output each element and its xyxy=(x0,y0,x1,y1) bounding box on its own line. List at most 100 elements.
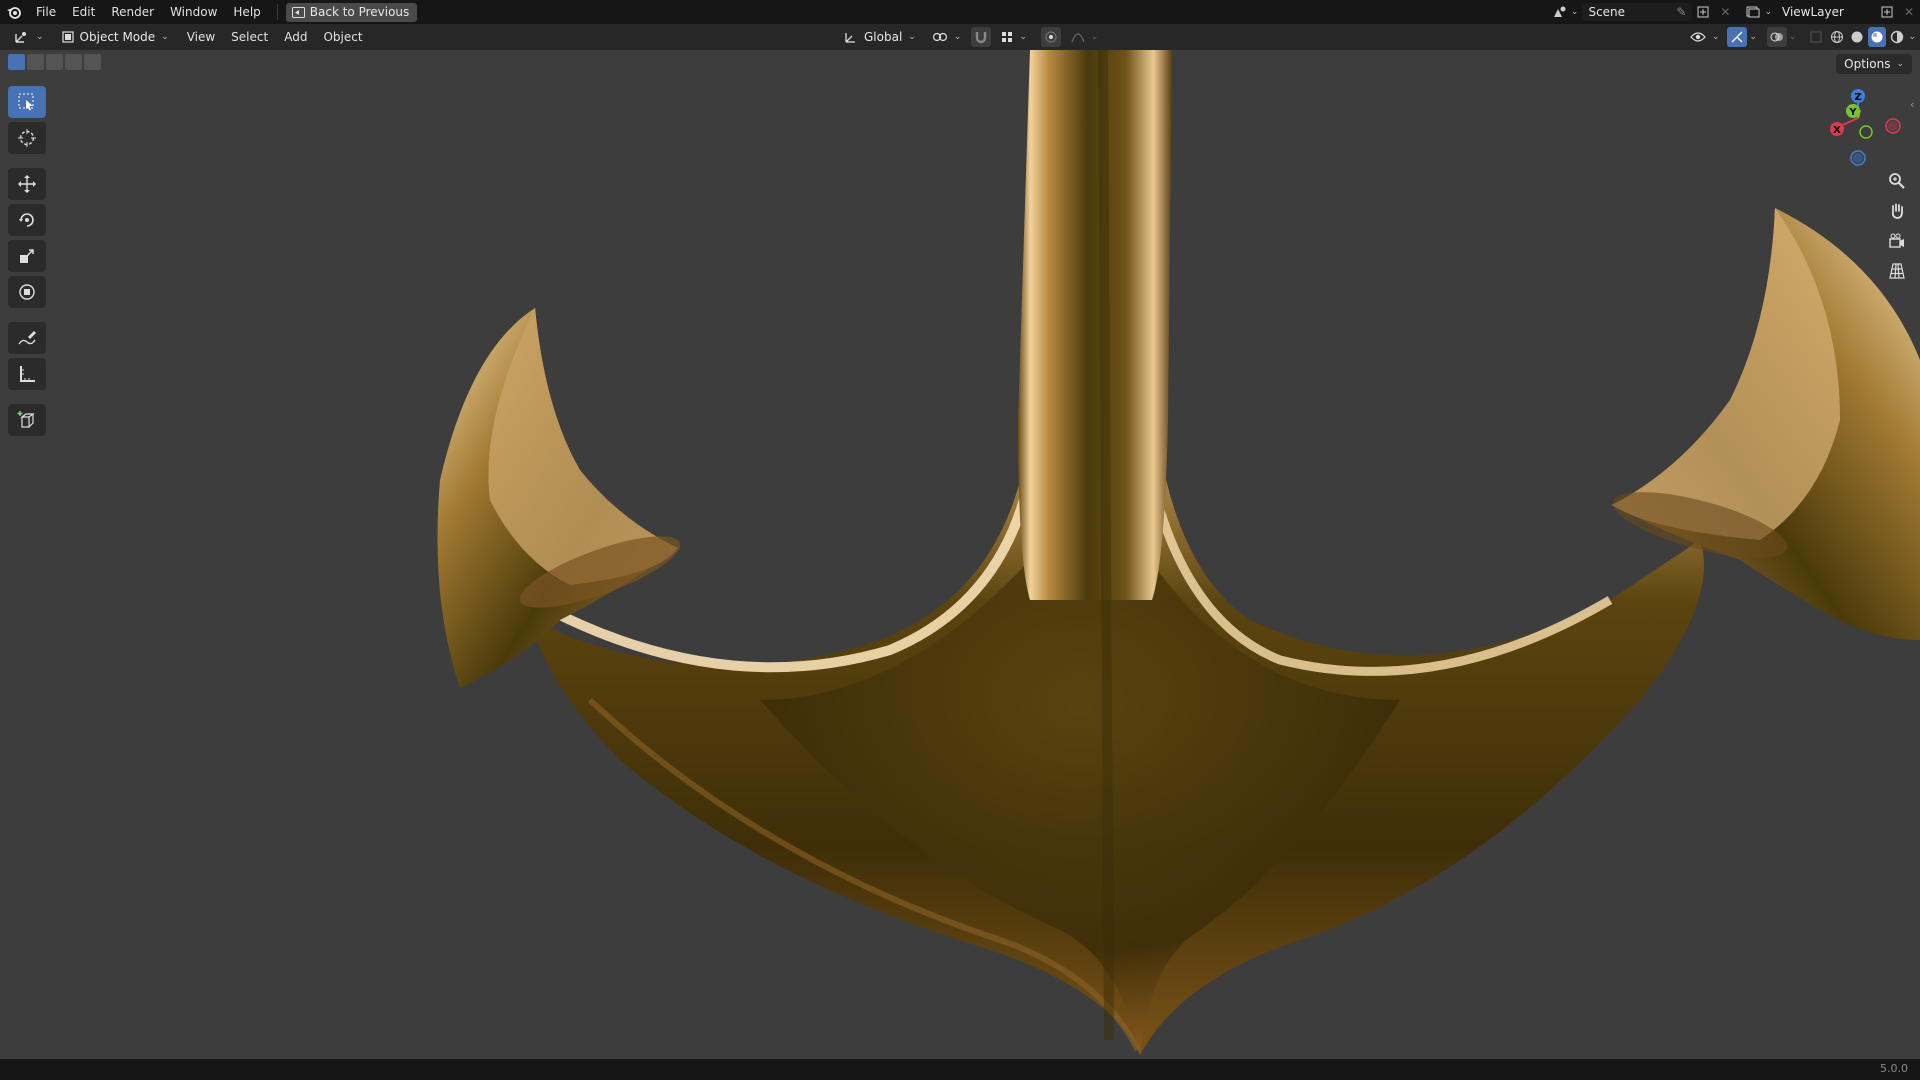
pivot-point-dropdown[interactable]: ⌄ xyxy=(926,27,968,47)
transform-controls: Global ⌄ ⌄ ⌄ ⌄ xyxy=(838,27,1104,47)
delete-scene-icon[interactable]: ✕ xyxy=(1714,3,1736,21)
shading-wireframe-button[interactable] xyxy=(1828,27,1846,47)
chevron-down-icon: ⌄ xyxy=(161,32,169,42)
solid-sphere-icon xyxy=(1851,31,1863,43)
navigation-gizmo[interactable]: Z Y X xyxy=(1830,86,1904,166)
menu-window[interactable]: Window xyxy=(162,0,225,24)
chevron-down-icon[interactable]: ⌄ xyxy=(1749,32,1757,42)
3d-viewport[interactable] xyxy=(0,50,1920,1059)
menu-view[interactable]: View xyxy=(179,27,223,47)
select-subtract-mode-button[interactable] xyxy=(46,54,63,70)
select-intersect-mode-button[interactable] xyxy=(84,54,101,70)
chevron-down-icon[interactable]: ⌄ xyxy=(1908,32,1916,42)
scale-tool[interactable] xyxy=(8,240,46,272)
zoom-magnifier-icon xyxy=(1889,173,1905,189)
pivot-point-icon xyxy=(932,32,947,42)
menu-object[interactable]: Object xyxy=(315,27,370,47)
select-extend-mode-button[interactable] xyxy=(27,54,44,70)
select-box-icon xyxy=(18,93,34,111)
snap-toggle[interactable] xyxy=(971,27,992,47)
viewport-header: ⌄ Object Mode ⌄ View Select Add Object G… xyxy=(0,24,1920,50)
annotate-tool[interactable] xyxy=(8,322,46,354)
magnet-icon xyxy=(976,32,987,44)
view-layer-selector[interactable]: ViewLayer xyxy=(1776,3,1876,21)
scene-type-icon[interactable] xyxy=(1549,3,1571,21)
object-mode-label: Object Mode xyxy=(79,30,156,44)
gizmo-y-label: Y xyxy=(1848,107,1857,118)
zoom-button[interactable] xyxy=(1884,168,1910,194)
new-view-layer-icon[interactable] xyxy=(1876,3,1898,21)
snap-target-dropdown[interactable]: ⌄ xyxy=(995,27,1033,47)
transform-orientation-label: Global xyxy=(864,30,903,44)
xray-toggle[interactable] xyxy=(1806,27,1826,47)
rendered-sphere-icon xyxy=(1891,30,1904,44)
proportional-editing-icon xyxy=(1045,31,1057,43)
scene-selector[interactable]: Scene ✎ xyxy=(1582,3,1693,21)
chevron-down-icon[interactable]: ⌄ xyxy=(1789,32,1797,42)
chevron-down-icon: ⌄ xyxy=(36,32,44,42)
add-cube-tool[interactable] xyxy=(8,404,46,436)
menu-render[interactable]: Render xyxy=(103,0,162,24)
shading-rendered-button[interactable] xyxy=(1888,27,1906,47)
new-scene-icon[interactable] xyxy=(1692,3,1714,21)
select-box-tool[interactable] xyxy=(8,86,46,118)
menu-help[interactable]: Help xyxy=(225,0,268,24)
visibility-dropdown[interactable]: ⌄ xyxy=(1684,27,1726,47)
camera-icon xyxy=(1889,233,1904,248)
overlays-toggle[interactable] xyxy=(1766,27,1787,47)
measure-tool[interactable] xyxy=(8,358,46,390)
material-sphere-icon xyxy=(1871,31,1883,43)
menu-select[interactable]: Select xyxy=(223,27,276,47)
overlays-icon xyxy=(1770,32,1783,42)
transform-tool[interactable] xyxy=(8,276,46,308)
gizmo-x-label: X xyxy=(1833,125,1841,136)
eye-icon xyxy=(1690,32,1706,42)
menu-edit[interactable]: Edit xyxy=(64,0,103,24)
chevron-down-icon[interactable]: ⌄ xyxy=(1571,7,1579,17)
transform-orientation-dropdown[interactable]: Global ⌄ xyxy=(838,27,922,47)
version-label: 5.0.0 xyxy=(1880,1062,1908,1075)
topbar-right: ⌄ Scene ✎ ✕ ⌄ ViewLayer ✕ xyxy=(1549,0,1920,24)
transform-icon xyxy=(19,284,35,300)
scale-icon xyxy=(20,249,34,263)
back-to-previous-label: Back to Previous xyxy=(309,5,410,19)
shading-material-button[interactable] xyxy=(1868,27,1887,47)
gizmo-toggle[interactable] xyxy=(1727,27,1748,47)
sidebar-collapse-arrow-icon[interactable]: ‹ xyxy=(1910,98,1920,118)
blender-logo-icon[interactable] xyxy=(0,0,28,24)
proportional-editing-toggle[interactable] xyxy=(1040,27,1061,47)
rotate-icon xyxy=(19,213,34,227)
chevron-down-icon: ⌄ xyxy=(1019,32,1027,42)
pan-button[interactable] xyxy=(1884,198,1910,224)
move-arrows-icon xyxy=(18,175,36,193)
object-mode-dropdown[interactable]: Object Mode ⌄ xyxy=(56,27,175,47)
camera-view-button[interactable] xyxy=(1884,228,1910,254)
back-to-previous-button[interactable]: Back to Previous xyxy=(285,2,418,22)
menu-separator xyxy=(276,4,278,20)
toggle-perspective-button[interactable] xyxy=(1884,258,1910,284)
cursor-tool[interactable] xyxy=(8,122,46,154)
proportional-falloff-dropdown[interactable]: ⌄ xyxy=(1065,27,1105,47)
gizmo-neg-y-axis[interactable] xyxy=(1859,125,1873,139)
viewport-shading-controls: ⌄ ⌄ ⌄ ⌄ xyxy=(1684,27,1916,47)
editor-type-selector[interactable]: ⌄ xyxy=(8,27,50,47)
hand-icon xyxy=(1891,203,1903,219)
remove-view-layer-icon[interactable]: ✕ xyxy=(1898,3,1920,21)
anchor-model[interactable] xyxy=(0,50,1920,1059)
rotate-tool[interactable] xyxy=(8,204,46,236)
3d-cursor-icon xyxy=(18,129,36,147)
menu-file[interactable]: File xyxy=(28,0,64,24)
options-label: Options xyxy=(1844,57,1891,71)
select-invert-mode-button[interactable] xyxy=(65,54,82,70)
menu-add[interactable]: Add xyxy=(276,27,315,47)
shading-solid-button[interactable] xyxy=(1848,27,1866,47)
move-tool[interactable] xyxy=(8,168,46,200)
pin-icon[interactable]: ✎ xyxy=(1676,5,1686,19)
select-new-mode-button[interactable] xyxy=(8,54,25,70)
falloff-curve-icon xyxy=(1071,33,1085,43)
options-dropdown[interactable]: Options ⌄ xyxy=(1836,54,1912,74)
chevron-down-icon[interactable]: ⌄ xyxy=(1764,7,1772,17)
view-layer-icon[interactable] xyxy=(1742,3,1764,21)
add-cube-icon xyxy=(17,411,35,428)
top-menu-bar: File Edit Render Window Help Back to Pre… xyxy=(0,0,1920,24)
